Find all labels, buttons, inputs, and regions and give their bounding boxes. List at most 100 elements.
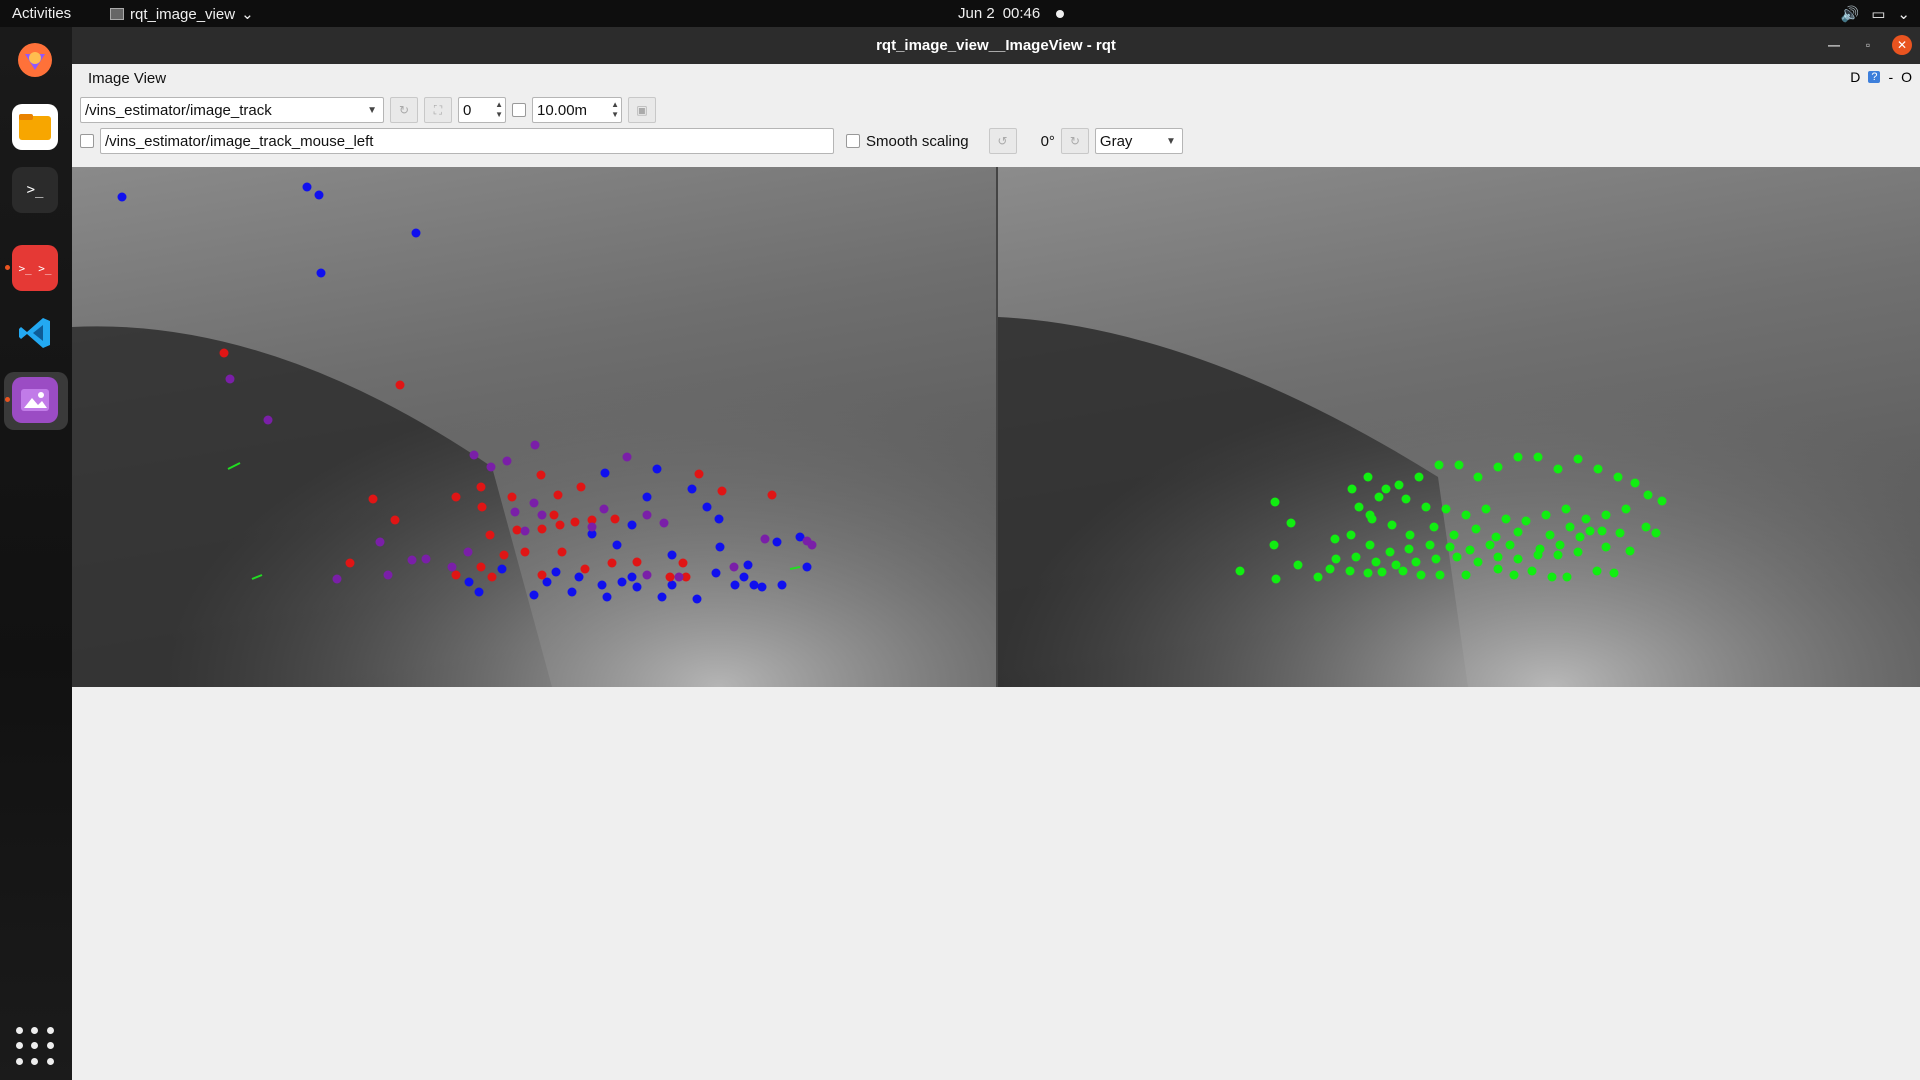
feature-point-green [1330,534,1340,544]
feature-point-green [1421,502,1431,512]
files-icon[interactable] [12,104,58,150]
activities-button[interactable]: Activities [12,5,71,22]
top-bar: Activities rqt_image_view ⌄ Jun 2 00:46 … [0,0,1920,27]
volume-icon[interactable]: 🔊 [1841,5,1860,23]
battery-icon[interactable]: ▭ [1871,5,1885,23]
maximize-icon[interactable]: ▫ [1858,35,1878,55]
image-viewer-icon[interactable] [5,377,58,423]
topic-select[interactable]: /vins_estimator/image_track ▼ [80,97,384,123]
window-title: rqt_image_view__ImageView - rqt [876,37,1116,54]
mouse-publish-checkbox[interactable] [80,134,94,148]
image-display[interactable] [72,167,1920,687]
duration-spinbox-value: 10.00m [537,101,588,119]
feature-point-green [1398,566,1408,576]
feature-point-green [1533,452,1543,462]
feature-point-blue [474,587,484,597]
firefox-icon[interactable] [12,37,58,83]
feature-point-purple [659,518,669,528]
value-spinbox[interactable]: 0 ▲ ▼ [458,97,506,123]
feature-point-blue [551,567,561,577]
system-tray[interactable]: 🔊 ▭ ⌄ [1841,5,1910,23]
help-icon[interactable]: ? [1868,71,1881,83]
feature-point-purple [529,498,539,508]
feature-point-green [1565,522,1575,532]
feature-point-green [1452,552,1462,562]
left-camera-image [72,167,996,687]
rotate-left-button[interactable]: ↺ [988,128,1017,154]
feature-point-green [1527,566,1537,576]
feature-point-green [1573,547,1583,557]
feature-point-green [1501,514,1511,524]
feature-point-green [1575,532,1585,542]
mouse-topic-field[interactable]: /vins_estimator/image_track_mouse_left [100,128,834,154]
feature-point-green [1561,504,1571,514]
feature-point-green [1454,460,1464,470]
feature-point-red [451,492,461,502]
close-plugin-button[interactable]: O [1901,69,1912,85]
terminator-icon[interactable]: >_ >_ [5,245,58,291]
feature-point-green [1416,570,1426,580]
feature-point-red [555,520,565,530]
feature-point-green [1641,522,1651,532]
feature-point-purple [729,562,739,572]
chevron-down-icon: ⌄ [241,6,254,23]
feature-point-red [678,558,688,568]
clock[interactable]: Jun 2 00:46 [958,5,1065,22]
smooth-scaling-checkbox[interactable] [846,134,860,148]
feature-point-green [1425,540,1435,550]
feature-point-green [1643,490,1653,500]
feature-point-green [1545,530,1555,540]
duration-checkbox[interactable] [512,103,526,117]
feature-point-red [610,514,620,524]
minimize-plugin-button[interactable]: - [1888,69,1893,85]
zoom-fit-button[interactable]: ⛶ [424,97,452,123]
feature-point-green [1553,464,1563,474]
feature-point-blue [567,587,577,597]
spin-arrows-icon[interactable]: ▲ ▼ [495,100,503,120]
save-image-button[interactable]: ▣ [628,97,656,123]
feature-point-blue [730,580,740,590]
feature-point-green [1431,554,1441,564]
app-menu[interactable]: rqt_image_view ⌄ [110,5,254,23]
feature-point-green [1363,472,1373,482]
feature-point-purple [520,526,530,536]
feature-point-green [1414,472,1424,482]
window-titlebar[interactable]: rqt_image_view__ImageView - rqt — ▫ ✕ [72,27,1920,64]
smooth-scaling-label: Smooth scaling [866,132,969,150]
vscode-icon[interactable] [12,310,58,356]
feature-point-blue [777,580,787,590]
colormap-select[interactable]: Gray ▼ [1094,128,1183,154]
feature-point-purple [486,462,496,472]
feature-point-blue [314,190,324,200]
rotate-right-button[interactable]: ↻ [1060,128,1089,154]
feature-point-red [717,486,727,496]
feature-point-purple [407,555,417,565]
feature-point-blue [627,572,637,582]
running-indicator [5,397,10,402]
dock-toggle-button[interactable]: D [1850,69,1860,85]
feature-point-blue [772,537,782,547]
terminal-icon[interactable]: >_ [12,167,58,213]
feature-point-green [1385,547,1395,557]
minimize-icon[interactable]: — [1824,35,1844,55]
feature-point-green [1269,540,1279,550]
feature-point-blue [617,577,627,587]
feature-point-red [576,482,586,492]
chevron-down-icon[interactable]: ⌄ [1897,5,1910,23]
feature-point-green [1485,540,1495,550]
spin-arrows-icon[interactable]: ▲ ▼ [611,100,619,120]
close-icon[interactable]: ✕ [1892,35,1912,55]
feature-point-red [487,572,497,582]
feature-point-blue [597,580,607,590]
show-apps-grid-icon[interactable] [16,1027,56,1067]
plugin-header: Image View D ? - O [72,64,1920,90]
feature-point-blue [600,468,610,478]
feature-point-green [1553,550,1563,560]
refresh-topics-button[interactable]: ↻ [390,97,418,123]
feature-point-purple [332,574,342,584]
feature-point-purple [622,452,632,462]
feature-point-green [1405,530,1415,540]
feature-point-green [1445,542,1455,552]
duration-spinbox[interactable]: 10.00m ▲ ▼ [532,97,622,123]
feature-point-green [1651,528,1661,538]
